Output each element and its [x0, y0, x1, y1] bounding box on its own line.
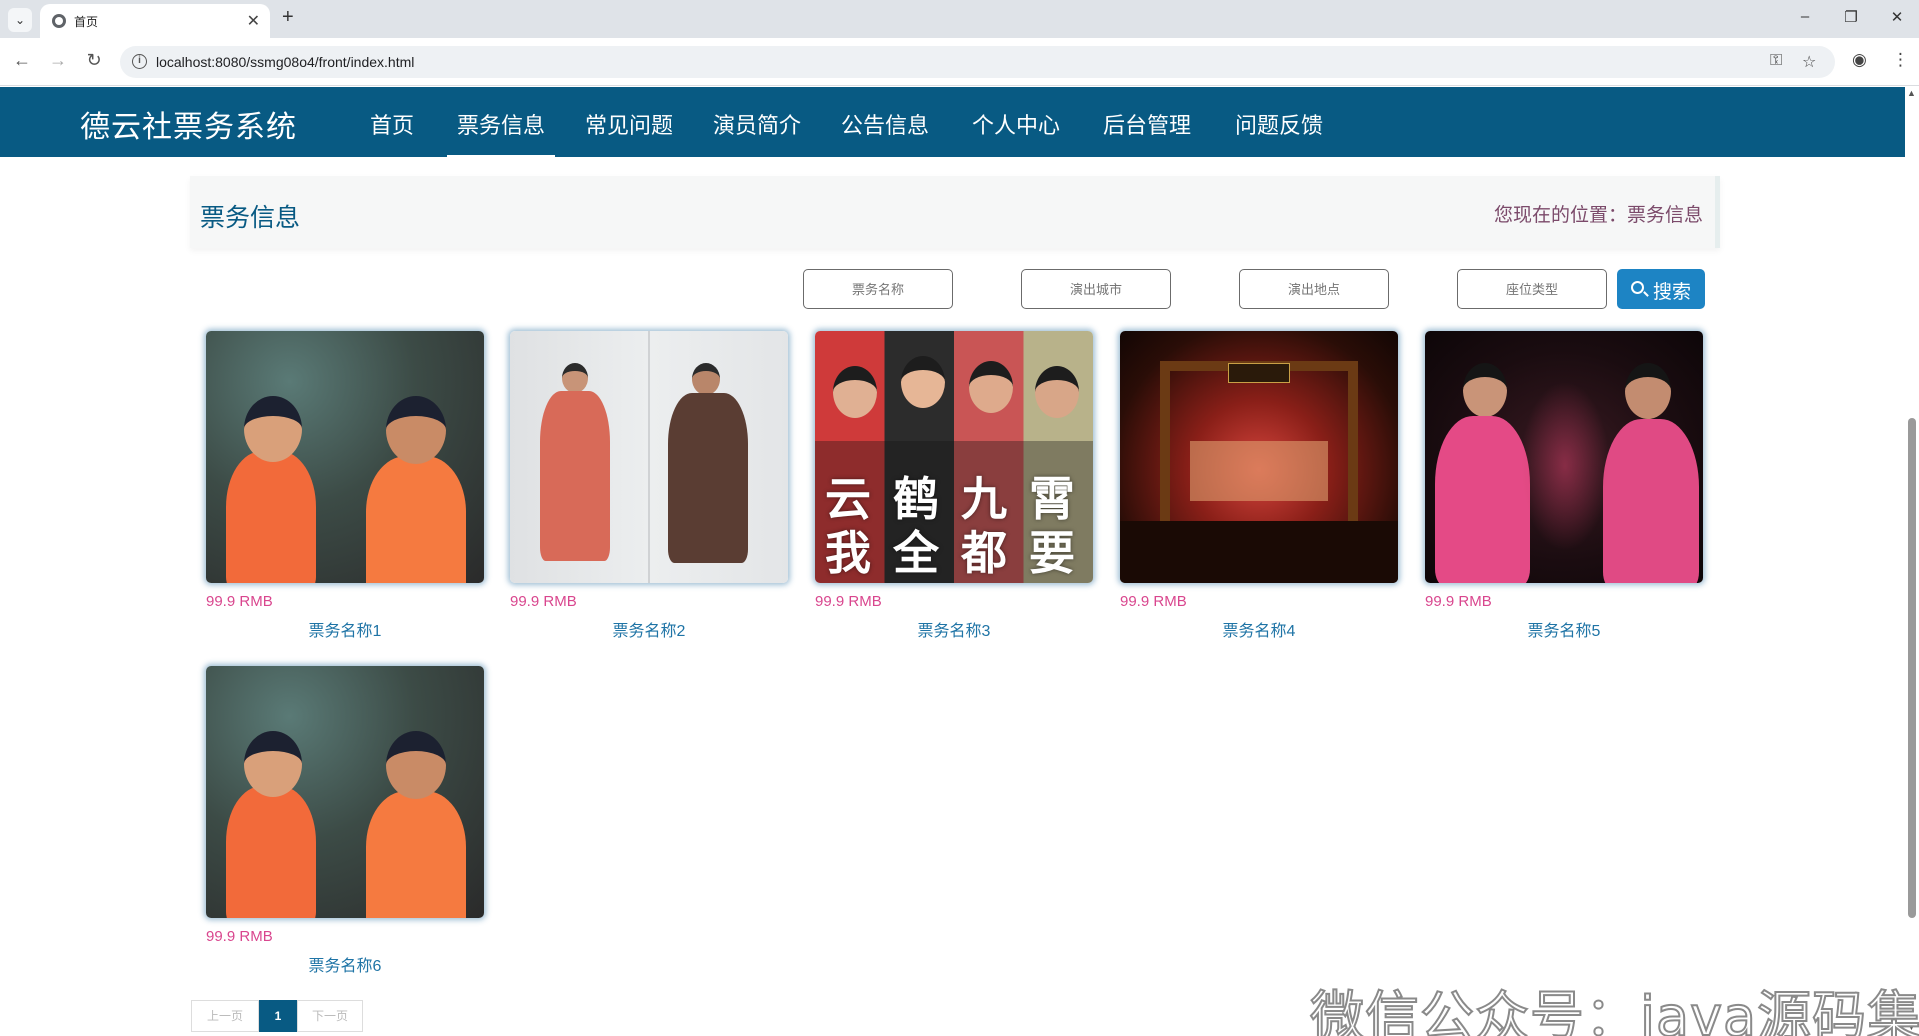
product-card[interactable]: 99.9 RMB 票务名称1	[206, 331, 486, 651]
product-image[interactable]	[206, 666, 484, 918]
pagination: 上一页 1 下一页	[191, 1000, 363, 1032]
search-icon	[1631, 281, 1644, 294]
restore-icon[interactable]: ❐	[1836, 8, 1866, 26]
minimize-icon[interactable]: –	[1790, 8, 1820, 25]
address-bar[interactable]: i localhost:8080/ssmg08o4/front/index.ht…	[120, 46, 1835, 78]
product-price: 99.9 RMB	[206, 593, 273, 610]
site-header: 德云社票务系统 首页 票务信息 常见问题 演员简介 公告信息 个人中心 后台管理…	[0, 87, 1905, 158]
product-image[interactable]	[1425, 331, 1703, 583]
scroll-up-icon[interactable]: ▲	[1907, 88, 1916, 98]
search-button-label: 搜索	[1653, 282, 1692, 303]
next-page-button[interactable]: 下一页	[297, 1000, 363, 1032]
close-icon[interactable]: ✕	[247, 11, 260, 31]
overlay-char: 我	[825, 526, 871, 580]
overlay-char: 都	[961, 526, 1007, 580]
product-price: 99.9 RMB	[510, 593, 577, 610]
tab-title: 首页	[74, 15, 99, 29]
product-image[interactable]	[510, 331, 788, 583]
breadcrumb: 您现在的位置：票务信息	[1493, 205, 1703, 226]
seat-type-input[interactable]	[1457, 269, 1607, 309]
product-price: 99.9 RMB	[206, 928, 273, 945]
overlay-char: 全	[893, 526, 939, 580]
overlay-char: 要	[1029, 526, 1075, 580]
window-close-icon[interactable]: ✕	[1882, 8, 1912, 26]
page-title-strip: 票务信息 您现在的位置：票务信息	[190, 176, 1720, 248]
product-card[interactable]: 99.9 RMB 票务名称2	[510, 331, 790, 651]
product-name[interactable]: 票务名称5	[1425, 617, 1703, 641]
site-logo[interactable]: 德云社票务系统	[80, 102, 297, 146]
nav-item-admin[interactable]: 后台管理	[1103, 108, 1191, 140]
page-number-button[interactable]: 1	[259, 1000, 297, 1032]
product-name[interactable]: 票务名称2	[510, 617, 788, 641]
ticket-name-input[interactable]	[803, 269, 953, 309]
nav-item-profile[interactable]: 个人中心	[972, 108, 1060, 140]
reload-icon[interactable]: ↻	[82, 50, 106, 71]
prev-page-button[interactable]: 上一页	[191, 1000, 259, 1032]
city-input[interactable]	[1021, 269, 1171, 309]
product-name[interactable]: 票务名称4	[1120, 617, 1398, 641]
site-info-icon[interactable]: i	[132, 54, 147, 69]
product-price: 99.9 RMB	[1425, 593, 1492, 610]
scrollbar-thumb[interactable]	[1908, 418, 1916, 918]
back-arrow-icon[interactable]: ←	[10, 50, 34, 71]
nav-item-tickets[interactable]: 票务信息	[446, 108, 556, 158]
globe-icon	[52, 14, 66, 28]
product-price: 99.9 RMB	[815, 593, 882, 610]
product-card[interactable]: 云 鹤 九 霄 我 全 都 要 99.9 RMB 票务名称3	[815, 331, 1095, 651]
nav-item-notices[interactable]: 公告信息	[841, 108, 929, 140]
page-title: 票务信息	[200, 204, 301, 232]
product-image[interactable]	[1120, 331, 1398, 583]
nav-item-home[interactable]: 首页	[370, 108, 414, 140]
url-text[interactable]: localhost:8080/ssmg08o4/front/index.html	[156, 54, 414, 70]
tab-list-chevron-icon[interactable]: ⌄	[8, 8, 32, 32]
nav-item-actors[interactable]: 演员简介	[713, 108, 801, 140]
forward-arrow-icon[interactable]: →	[46, 50, 70, 71]
browser-tab[interactable]: 首页 ✕	[40, 4, 270, 38]
product-card[interactable]: 99.9 RMB 票务名称5	[1425, 331, 1705, 651]
product-image[interactable]	[206, 331, 484, 583]
product-name[interactable]: 票务名称6	[206, 952, 484, 976]
product-price: 99.9 RMB	[1120, 593, 1187, 610]
browser-tab-bar: ⌄ 首页 ✕ + – ❐ ✕	[0, 0, 1919, 38]
product-name[interactable]: 票务名称3	[815, 617, 1093, 641]
profile-icon[interactable]: ◉	[1852, 50, 1867, 70]
venue-input[interactable]	[1239, 269, 1389, 309]
product-image[interactable]: 云 鹤 九 霄 我 全 都 要	[815, 331, 1093, 583]
more-menu-icon[interactable]: ⋮	[1892, 50, 1909, 70]
browser-toolbar: ← → ↻ i localhost:8080/ssmg08o4/front/in…	[0, 38, 1919, 86]
product-card[interactable]: 99.9 RMB 票务名称4	[1120, 331, 1400, 651]
product-name[interactable]: 票务名称1	[206, 617, 484, 641]
watermark-text: 微信公众号：java源码集合	[1309, 984, 1919, 1036]
bookmark-star-icon[interactable]: ☆	[1802, 52, 1816, 72]
search-button[interactable]: 搜索	[1617, 269, 1705, 309]
password-key-icon[interactable]: ⚿	[1770, 52, 1782, 70]
new-tab-plus-icon[interactable]: +	[282, 6, 294, 29]
nav-item-feedback[interactable]: 问题反馈	[1235, 108, 1323, 140]
product-card[interactable]: 99.9 RMB 票务名称6	[206, 666, 486, 986]
nav-item-faq[interactable]: 常见问题	[585, 108, 673, 140]
